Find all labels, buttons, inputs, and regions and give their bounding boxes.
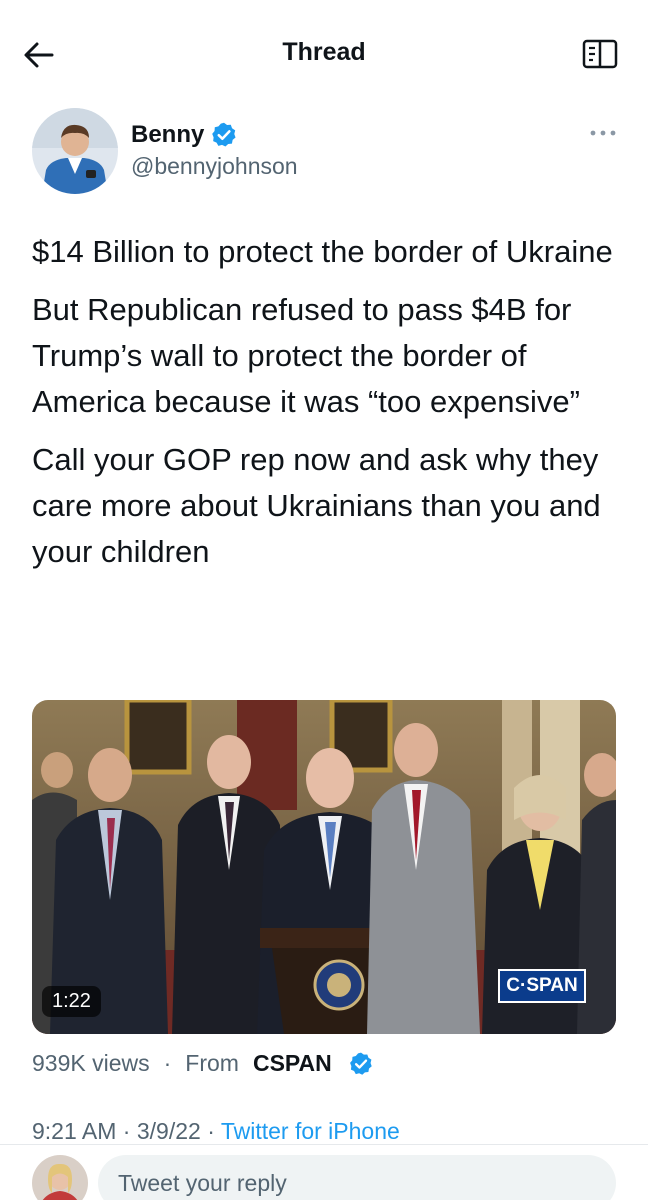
verified-badge-icon	[349, 1052, 372, 1075]
page-title: Thread	[282, 38, 366, 66]
reader-mode-icon	[582, 39, 618, 69]
author-handle[interactable]: @bennyjohnson	[131, 153, 298, 180]
current-user-avatar[interactable]	[32, 1155, 88, 1200]
separator: ·	[122, 1118, 137, 1144]
divider	[0, 1144, 648, 1145]
reply-input[interactable]	[98, 1155, 616, 1200]
from-account-link[interactable]: CSPAN	[253, 1050, 332, 1077]
author-name[interactable]: Benny	[131, 121, 204, 149]
author-avatar[interactable]	[32, 108, 118, 194]
thread-page: Thread Benny @bennyjohnson $14 Billion t…	[0, 0, 648, 1200]
tweet-timestamp: 9:21 AM · 3/9/22 · Twitter for iPhone	[32, 1118, 400, 1145]
verified-badge-icon	[212, 122, 236, 147]
more-horizontal-icon	[590, 130, 616, 136]
tweet-paragraph: But Republican refused to pass $4B for T…	[32, 292, 580, 419]
more-options-button[interactable]	[588, 126, 618, 140]
tweet-source-link[interactable]: Twitter for iPhone	[221, 1118, 400, 1144]
video-stats: 939K views · From CSPAN	[32, 1050, 374, 1077]
tweet-time: 9:21 AM	[32, 1118, 117, 1144]
video-duration: 1:22	[42, 986, 101, 1017]
view-count: 939K views	[32, 1050, 150, 1076]
tweet-paragraph: $14 Billion to protect the border of Ukr…	[32, 234, 613, 269]
separator: ·	[207, 1118, 221, 1144]
cspan-watermark: C·SPAN	[498, 969, 586, 1003]
tweet-date: 3/9/22	[136, 1118, 201, 1144]
reader-mode-button[interactable]	[582, 38, 618, 70]
tweet-paragraph: Call your GOP rep now and ask why they c…	[32, 442, 601, 569]
author-name-row[interactable]: Benny	[131, 121, 238, 149]
from-label: From	[185, 1050, 239, 1076]
tweet-text: $14 Billion to protect the border of Ukr…	[32, 229, 622, 587]
separator: ·	[163, 1050, 172, 1076]
header: Thread	[0, 0, 648, 106]
